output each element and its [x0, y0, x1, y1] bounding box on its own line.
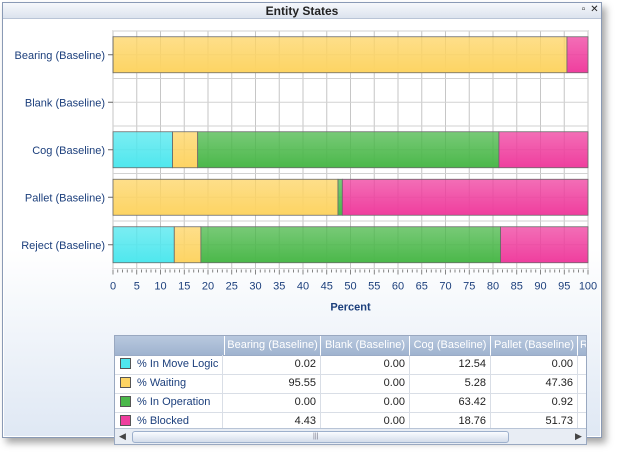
x-tick-label: 80 [487, 281, 499, 293]
grid-row: % Waiting 95.55 0.00 5.28 47.36 [115, 374, 586, 394]
grid-cell: 0.92 [491, 393, 578, 412]
legend-swatch [120, 358, 131, 369]
row-label-text: % Waiting [137, 377, 187, 389]
grid-cell: 0.00 [491, 355, 578, 374]
bar-segment [566, 36, 589, 74]
bar-segment [498, 131, 589, 169]
x-tick-label: 75 [463, 281, 475, 293]
scroll-left-button[interactable]: ◀ [115, 429, 130, 443]
scroll-grip-icon: ||| [313, 433, 319, 440]
legend-swatch [120, 377, 131, 388]
grid-cell: 47.36 [491, 374, 578, 393]
x-tick-label: 20 [202, 281, 214, 293]
grid-cell: 63.42 [410, 393, 491, 412]
x-axis-label: Percent [330, 302, 371, 314]
grid-corner-cell [115, 336, 225, 355]
x-tick-label: 55 [368, 281, 380, 293]
grid-col-header[interactable]: Pallet (Baseline) [491, 336, 578, 355]
grid-cell: 5.28 [410, 374, 491, 393]
entity-states-window: Entity States ▫ ✕ Bearing (Baseline) Blan… [2, 2, 602, 445]
legend-swatch [120, 396, 131, 407]
bar-segment [112, 226, 175, 264]
title-bar[interactable]: Entity States ▫ ✕ [3, 3, 601, 19]
row-label-text: % In Move Logic [137, 358, 219, 370]
grid-col-header[interactable]: Cog (Baseline) [410, 336, 491, 355]
x-tick-label: 40 [297, 281, 309, 293]
category-label: Bearing (Baseline) [15, 50, 106, 62]
x-tick-label: 45 [321, 281, 333, 293]
entity-states-chart: Bearing (Baseline) Blank (Baseline) Cog (B… [15, 30, 597, 314]
close-button[interactable]: ✕ [589, 4, 600, 16]
x-tick-label: 100 [579, 281, 597, 293]
row-label: % Waiting [115, 374, 223, 393]
grid-cell: 0.02 [225, 355, 321, 374]
bar-segment [112, 131, 173, 169]
scroll-right-button[interactable]: ▶ [571, 429, 586, 443]
grid-col-header[interactable]: Re [578, 336, 586, 355]
grid-row: % In Move Logic 0.02 0.00 12.54 0.00 [115, 355, 586, 375]
category-label: Blank (Baseline) [25, 97, 105, 109]
bar-segment [112, 178, 339, 216]
bar-segment [197, 131, 500, 169]
bar-segment [341, 178, 589, 216]
row-label: % In Move Logic [115, 355, 223, 374]
x-tick-label: 15 [178, 281, 190, 293]
bar-segment [173, 226, 202, 264]
row-label: % In Operation [115, 393, 223, 412]
x-tick-label: 30 [249, 281, 261, 293]
x-tick-label: 5 [134, 281, 140, 293]
restore-button[interactable]: ▫ [578, 4, 589, 16]
x-tick-label: 25 [226, 281, 238, 293]
grid-cell: 0.00 [321, 355, 410, 374]
window-content: Bearing (Baseline) Blank (Baseline) Cog (B… [4, 19, 600, 445]
category-label: Reject (Baseline) [21, 240, 105, 252]
x-tick-label: 35 [273, 281, 285, 293]
grid-cell: 12.54 [410, 355, 491, 374]
bar-segment [500, 226, 589, 264]
row-label-text: % In Operation [137, 396, 211, 408]
x-tick-label: 90 [534, 281, 546, 293]
horizontal-scrollbar[interactable]: ◀ ||| ▶ [115, 428, 586, 444]
grid-header: Bearing (Baseline) Blank (Baseline) Cog … [115, 336, 586, 356]
data-grid: Bearing (Baseline) Blank (Baseline) Cog … [114, 335, 587, 445]
x-tick-label: 60 [392, 281, 404, 293]
x-tick-label: 95 [558, 281, 570, 293]
bar-segment [200, 226, 502, 264]
x-tick-label: 50 [344, 281, 356, 293]
grid-cell: 0.00 [321, 374, 410, 393]
x-tick-label: 0 [110, 281, 116, 293]
x-tick-label: 10 [154, 281, 166, 293]
category-label: Cog (Baseline) [32, 145, 105, 157]
bar-segment [172, 131, 199, 169]
x-tick-label: 70 [439, 281, 451, 293]
x-tick-label: 65 [416, 281, 428, 293]
grid-col-header[interactable]: Blank (Baseline) [321, 336, 410, 355]
window-title: Entity States [265, 4, 339, 18]
grid-cell: 0.00 [321, 393, 410, 412]
grid-cell: 0.00 [225, 393, 321, 412]
grid-col-header[interactable]: Bearing (Baseline) [225, 336, 321, 355]
x-tick-label: 85 [511, 281, 523, 293]
grid-row: % In Operation 0.00 0.00 63.42 0.92 [115, 393, 586, 413]
bar-segment [112, 36, 568, 74]
grid-cell: 95.55 [225, 374, 321, 393]
legend-swatch [120, 415, 131, 426]
bar-segment [337, 178, 343, 216]
category-label: Pallet (Baseline) [25, 192, 105, 204]
scroll-thumb[interactable]: ||| [132, 431, 509, 443]
